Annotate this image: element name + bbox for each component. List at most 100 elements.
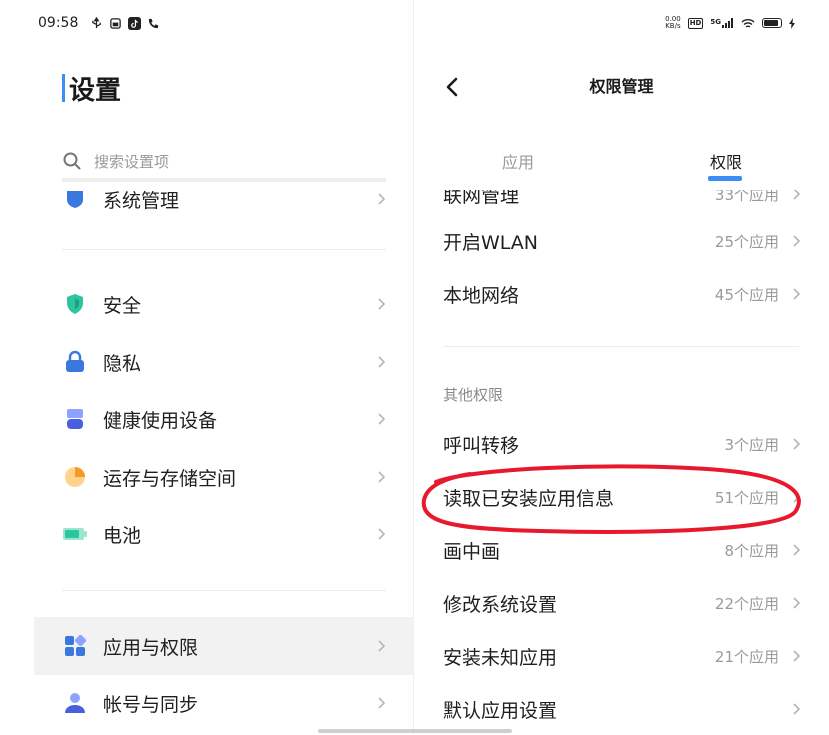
permission-item-count: 25个应用 <box>714 232 779 251</box>
settings-item-label: 健康使用设备 <box>103 409 218 432</box>
permission-item-call-forwarding[interactable]: 呼叫转移 3个应用 <box>443 424 803 464</box>
permission-item-count: 45个应用 <box>714 285 779 304</box>
status-time: 09:58 <box>38 15 79 31</box>
permission-item-label: 安装未知应用 <box>443 646 558 669</box>
apps-grid-icon <box>62 633 88 659</box>
chevron-right-icon <box>793 544 801 556</box>
settings-pane: 09:58 设置 搜索设置项 系统管理 安全 隐私 健康使用设备 运存与存储空间… <box>0 0 413 735</box>
lock-icon <box>62 349 88 375</box>
settings-item-security[interactable]: 安全 <box>62 281 388 327</box>
permission-item-count: 22个应用 <box>714 594 779 613</box>
chevron-right-icon <box>378 471 386 483</box>
chevron-right-icon <box>378 640 386 652</box>
network-speed-unit: KB/s <box>665 22 681 30</box>
search-placeholder: 搜索设置项 <box>94 152 170 171</box>
permission-item-install-unknown-apps[interactable]: 安装未知应用 21个应用 <box>443 636 803 676</box>
pie-chart-icon <box>62 464 88 490</box>
settings-item-label: 安全 <box>103 294 142 317</box>
permission-item-label: 默认应用设置 <box>443 699 558 722</box>
status-bar-right: 0.00 KB/s HD 5G <box>665 13 795 33</box>
permission-item-count: 33个应用 <box>714 185 779 204</box>
gesture-navigation-bar[interactable] <box>318 729 512 733</box>
permission-item-label: 修改系统设置 <box>443 593 558 616</box>
chevron-right-icon <box>793 597 801 609</box>
tab-apps[interactable]: 应用 <box>494 150 542 176</box>
permission-item-label: 联网管理 <box>443 184 520 207</box>
settings-item-label: 运存与存储空间 <box>103 467 237 490</box>
permission-item-count: 21个应用 <box>714 647 779 666</box>
chevron-right-icon <box>378 298 386 310</box>
signal-label: 5G <box>710 18 721 26</box>
charging-icon <box>789 17 795 29</box>
user-icon <box>62 690 88 716</box>
hourglass-icon <box>62 406 88 432</box>
section-divider <box>443 346 799 347</box>
chevron-right-icon <box>793 650 801 662</box>
settings-title-text: 设置 <box>69 75 122 106</box>
chevron-right-icon <box>378 697 386 709</box>
hd-badge: HD <box>687 17 704 29</box>
battery-icon <box>62 521 88 547</box>
section-header-other-permissions: 其他权限 <box>443 386 504 404</box>
permission-item-wlan[interactable]: 开启WLAN 25个应用 <box>443 221 803 261</box>
back-button[interactable] <box>440 74 464 100</box>
back-arrow-icon <box>446 77 458 97</box>
settings-item-accounts-sync[interactable]: 帐号与同步 <box>62 680 388 726</box>
search-bar[interactable]: 搜索设置项 <box>62 146 386 176</box>
permission-item-picture-in-picture[interactable]: 画中画 8个应用 <box>443 530 803 570</box>
permission-item-count: 8个应用 <box>724 541 779 560</box>
chevron-right-icon <box>378 193 386 205</box>
settings-item-label: 电池 <box>103 524 142 547</box>
settings-item-system-management[interactable]: 系统管理 <box>62 182 388 222</box>
chevron-right-icon <box>793 438 801 450</box>
settings-item-label: 帐号与同步 <box>103 693 199 716</box>
status-bar-left: 09:58 <box>38 13 160 33</box>
system-management-icon <box>62 186 88 212</box>
tab-permissions[interactable]: 权限 <box>702 150 750 176</box>
shield-icon <box>62 291 88 317</box>
permission-item-label: 开启WLAN <box>443 231 539 254</box>
battery-status-icon <box>762 18 782 28</box>
permission-management-pane: 0.00 KB/s HD 5G 权限管理 应用 权限 联网管理 33个应用 开启… <box>414 0 829 735</box>
signal-indicator: 5G <box>710 18 734 28</box>
settings-item-battery[interactable]: 电池 <box>62 511 388 557</box>
permission-item-local-network[interactable]: 本地网络 45个应用 <box>443 274 803 314</box>
chevron-right-icon <box>793 703 801 715</box>
title-cursor-bar <box>62 74 65 102</box>
settings-item-storage[interactable]: 运存与存储空间 <box>62 454 388 500</box>
permission-item-read-installed-apps[interactable]: 读取已安装应用信息 51个应用 <box>443 477 803 517</box>
group-divider <box>62 249 386 250</box>
chevron-right-icon <box>378 528 386 540</box>
sim-icon <box>110 17 122 29</box>
signal-bars-icon <box>722 18 733 28</box>
search-icon <box>63 152 81 170</box>
chevron-right-icon <box>793 235 801 247</box>
search-divider <box>62 178 386 182</box>
usb-icon <box>92 16 102 28</box>
settings-title: 设置 <box>62 70 121 106</box>
active-tab-indicator <box>708 176 742 181</box>
permission-item-network[interactable]: 联网管理 33个应用 <box>443 184 803 214</box>
settings-item-label: 系统管理 <box>103 189 180 212</box>
chevron-right-icon <box>378 413 386 425</box>
permission-item-count: 3个应用 <box>724 435 779 454</box>
permission-item-modify-system-settings[interactable]: 修改系统设置 22个应用 <box>443 583 803 623</box>
settings-item-label: 隐私 <box>103 352 142 375</box>
permission-item-default-apps[interactable]: 默认应用设置 <box>443 689 803 729</box>
phone-call-icon <box>149 18 159 28</box>
settings-item-digital-wellbeing[interactable]: 健康使用设备 <box>62 396 388 442</box>
settings-item-privacy[interactable]: 隐私 <box>62 339 388 385</box>
chevron-right-icon <box>793 190 801 200</box>
chevron-right-icon <box>793 288 801 300</box>
page-title: 权限管理 <box>589 77 654 96</box>
permission-item-label: 本地网络 <box>443 284 520 307</box>
permission-item-label: 读取已安装应用信息 <box>443 487 615 510</box>
network-speed: 0.00 KB/s <box>665 16 681 30</box>
settings-item-label: 应用与权限 <box>103 636 199 659</box>
permission-item-label: 呼叫转移 <box>443 434 520 457</box>
wifi-icon <box>741 18 755 28</box>
settings-item-apps-permissions[interactable]: 应用与权限 <box>62 623 388 669</box>
tiktok-icon <box>128 16 142 30</box>
permission-item-count: 51个应用 <box>714 488 779 507</box>
chevron-right-icon <box>793 491 801 503</box>
